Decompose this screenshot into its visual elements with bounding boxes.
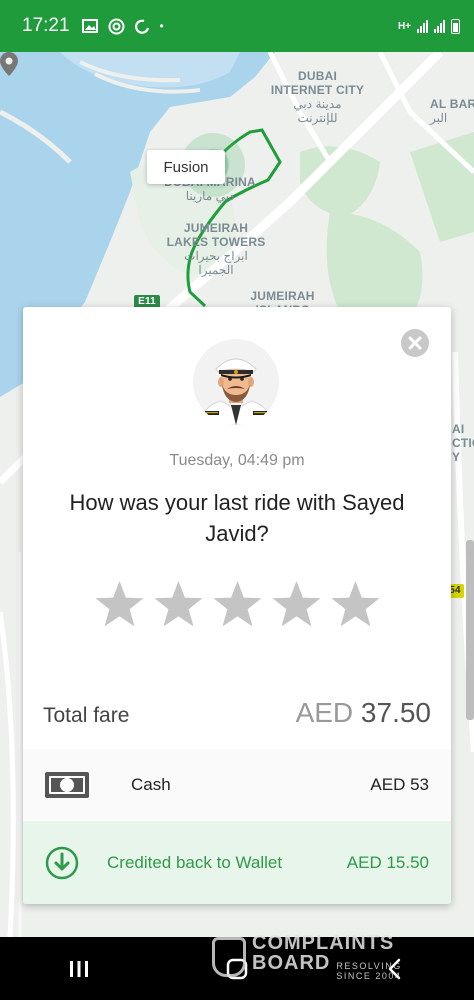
watermark-logo bbox=[212, 937, 246, 977]
watermark-tagline-2: SINCE 2004 bbox=[336, 971, 402, 981]
cash-icon bbox=[45, 772, 89, 798]
payment-amount: AED 53 bbox=[370, 775, 429, 794]
map-label-al-barsha-ar: البر bbox=[430, 111, 448, 125]
dot-icon: • bbox=[159, 19, 164, 33]
status-bar: 17:21 • H+ bbox=[0, 0, 474, 52]
map-label-al-barsha-en: AL BAR bbox=[430, 97, 474, 111]
rating-question: How was your last ride with Sayed Javid? bbox=[69, 490, 405, 546]
star-icon-4[interactable] bbox=[271, 579, 322, 630]
map-label-jlt: JUMEIRAH LAKES TOWERS ابراج بحيرات الجمي… bbox=[166, 221, 266, 277]
watermark: COMPLAINTS BOARD RESOLVING SINCE 2004 bbox=[212, 933, 432, 981]
map-label-marina-ar: دبي مارينا bbox=[185, 189, 235, 203]
payment-row: Cash AED 53 bbox=[23, 749, 451, 821]
driver-avatar bbox=[193, 339, 279, 425]
recents-icon bbox=[70, 960, 88, 977]
map-label-al-barsha: AL BAR البر bbox=[430, 97, 474, 125]
signal-icon bbox=[417, 19, 428, 33]
payment-method: Cash bbox=[131, 775, 171, 794]
star-rating[interactable] bbox=[23, 579, 451, 630]
notification-icons: • bbox=[81, 18, 164, 35]
map-label-internet-city: DUBAI INTERNET CITY مدينة دبي للإنترنت bbox=[270, 69, 365, 125]
watermark-tagline-1: RESOLVING bbox=[336, 961, 402, 971]
star-icon-2[interactable] bbox=[153, 579, 204, 630]
watermark-line2: BOARD bbox=[252, 952, 331, 974]
pickup-location-tag[interactable]: Fusion bbox=[147, 150, 225, 184]
wallet-credit-label: Credited back to Wallet bbox=[107, 852, 283, 872]
star-icon-1[interactable] bbox=[94, 579, 145, 630]
network-type: H+ bbox=[397, 20, 411, 32]
download-circle-icon bbox=[45, 846, 79, 879]
status-time: 17:21 bbox=[22, 15, 70, 36]
ride-datetime: Tuesday, 04:49 pm bbox=[169, 452, 305, 469]
at-icon bbox=[108, 18, 125, 34]
wallet-credit-amount: AED 15.50 bbox=[346, 852, 429, 872]
watermark-line1: COMPLAINTS bbox=[252, 932, 395, 954]
total-fare-value: AED 37.50 bbox=[296, 697, 431, 729]
close-icon bbox=[408, 336, 422, 350]
signal-icon-2 bbox=[434, 19, 445, 33]
fare-currency: AED bbox=[295, 697, 354, 728]
star-icon-5[interactable] bbox=[330, 579, 381, 630]
ride-rating-card: Tuesday, 04:49 pm How was your last ride… bbox=[23, 307, 451, 904]
map-label-internet-city-en: DUBAI INTERNET CITY bbox=[270, 69, 365, 97]
image-icon bbox=[81, 19, 98, 33]
phone-icon bbox=[134, 19, 149, 34]
watermark-tagline: RESOLVING SINCE 2004 bbox=[336, 961, 401, 981]
map-label-jlt-en: JUMEIRAH LAKES TOWERS bbox=[166, 221, 266, 249]
total-fare-label: Total fare bbox=[43, 704, 130, 727]
recents-button[interactable] bbox=[49, 949, 109, 989]
star-icon-3[interactable] bbox=[212, 579, 263, 630]
battery-icon bbox=[451, 18, 460, 34]
map-pin-icon[interactable] bbox=[0, 52, 18, 76]
close-button[interactable] bbox=[401, 329, 429, 357]
map-label-jlt-ar: ابراج بحيرات الجميرا bbox=[184, 249, 248, 277]
map-label-internet-city-ar: مدينة دبي للإنترنت bbox=[293, 97, 342, 125]
system-icons: H+ bbox=[397, 18, 460, 34]
watermark-line2-row: BOARD RESOLVING SINCE 2004 bbox=[252, 953, 402, 981]
map-label-right-edge: AI CTIO Y bbox=[452, 422, 474, 464]
total-fare-row: Total fare AED 37.50 bbox=[43, 697, 431, 729]
wallet-credit-row: Credited back to Wallet AED 15.50 bbox=[23, 821, 451, 904]
fare-amount: 37.50 bbox=[360, 697, 431, 728]
watermark-text: COMPLAINTS BOARD RESOLVING SINCE 2004 bbox=[252, 933, 402, 981]
